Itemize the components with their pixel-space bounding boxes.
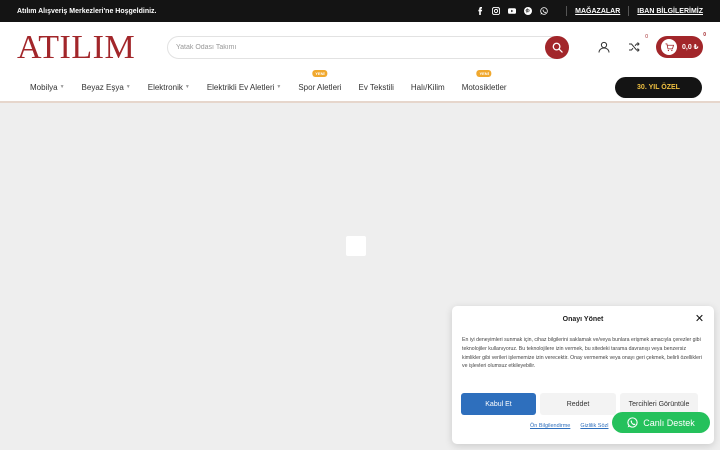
reject-button[interactable]: Reddet <box>540 393 616 415</box>
search-bar <box>167 36 569 59</box>
nav-item-beyaz-esya[interactable]: Beyaz Eşya ▼ <box>82 83 131 92</box>
dialog-body: En iyi deneyimleri sunmak için, cihaz bi… <box>462 337 702 370</box>
nav-item-label: Ev Tekstili <box>358 82 394 92</box>
account-button[interactable] <box>596 36 612 58</box>
facebook-icon[interactable] <box>476 7 484 15</box>
dialog-links: Ön Bilgilendirme Gizlilik Sözl <box>530 423 608 429</box>
dialog-title: Onayı Yönet <box>562 316 604 323</box>
nav-item-label: Beyaz Eşya <box>81 82 124 92</box>
pinterest-icon[interactable] <box>524 7 533 15</box>
nav-item-label: Elektrikli Ev Aletleri <box>206 82 275 92</box>
whatsapp-icon[interactable] <box>540 7 548 15</box>
compare-button[interactable]: 0 <box>626 34 648 58</box>
nav-item-label: Mobilya <box>30 82 58 92</box>
new-badge: YENİ <box>312 69 328 77</box>
stores-link[interactable]: MAĞAZALAR <box>575 8 620 15</box>
nav-item-elektrikli-ev-aletleri[interactable]: Elektrikli Ev Aletleri ▼ <box>207 83 282 92</box>
youtube-icon[interactable] <box>508 7 517 15</box>
nav-item-label: Halı/Kilim <box>410 82 445 92</box>
privacy-policy-link[interactable]: Gizlilik Sözl <box>580 423 608 429</box>
cart-count: 0 <box>703 32 706 38</box>
promo-button[interactable]: 30. YIL ÖZEL <box>615 77 702 98</box>
nav-item-elektronik[interactable]: Elektronik ▼ <box>148 83 190 92</box>
nav-item-spor-aletleri[interactable]: YENİ Spor Aletleri <box>298 69 342 92</box>
site-header: ATILIM 0 0,0 ₺ 0 <box>0 22 720 73</box>
accept-button[interactable]: Kabul Et <box>461 393 536 415</box>
nav-item-motosikletler[interactable]: YENİ Motosikletler <box>461 69 507 92</box>
nav-item-label: Elektronik <box>147 82 183 92</box>
topbar-separator <box>566 6 568 16</box>
nav-item-label: Spor Aletleri <box>298 82 342 92</box>
top-bar: Atılım Alışveriş Merkezleri'ne Hoşgeldin… <box>0 0 720 22</box>
nav-item-mobilya[interactable]: Mobilya ▼ <box>30 83 65 92</box>
nav-item-label: Motosikletler <box>461 82 507 92</box>
main-navigation: Mobilya ▼ Beyaz Eşya ▼ Elektronik ▼ Elektri… <box>0 69 720 103</box>
chevron-down-icon: ▼ <box>59 84 65 90</box>
chevron-down-icon: ▼ <box>276 84 282 90</box>
nav-item-hali-kilim[interactable]: Halı/Kilim <box>411 83 445 92</box>
pre-information-link[interactable]: Ön Bilgilendirme <box>530 423 570 429</box>
social-links <box>476 7 548 15</box>
cart-button[interactable]: 0,0 ₺ 0 <box>656 32 706 58</box>
user-icon <box>598 41 610 53</box>
iban-link[interactable]: IBAN BİLGİLERİMİZ <box>637 8 703 15</box>
whatsapp-icon <box>627 417 638 428</box>
search-icon <box>552 42 563 53</box>
loading-spinner <box>346 236 366 256</box>
topbar-separator <box>628 6 630 16</box>
shuffle-icon <box>629 42 640 52</box>
cart-total: 0,0 ₺ <box>682 44 699 51</box>
chevron-down-icon: ▼ <box>184 84 190 90</box>
header-actions: 0 0,0 ₺ 0 <box>596 32 706 58</box>
nav-item-ev-tekstili[interactable]: Ev Tekstili <box>358 83 393 92</box>
live-support-button[interactable]: Canlı Destek <box>612 412 710 433</box>
brand-logo[interactable]: ATILIM <box>17 29 167 67</box>
close-icon[interactable]: ✕ <box>694 314 705 325</box>
compare-count: 0 <box>645 34 648 40</box>
chevron-down-icon: ▼ <box>125 84 131 90</box>
cart-icon <box>661 39 677 55</box>
search-input[interactable] <box>168 37 568 58</box>
instagram-icon[interactable] <box>492 7 501 15</box>
search-button[interactable] <box>545 36 569 59</box>
new-badge: YENİ <box>476 69 492 77</box>
welcome-text: Atılım Alışveriş Merkezleri'ne Hoşgeldin… <box>17 7 157 15</box>
live-support-label: Canlı Destek <box>643 417 695 428</box>
